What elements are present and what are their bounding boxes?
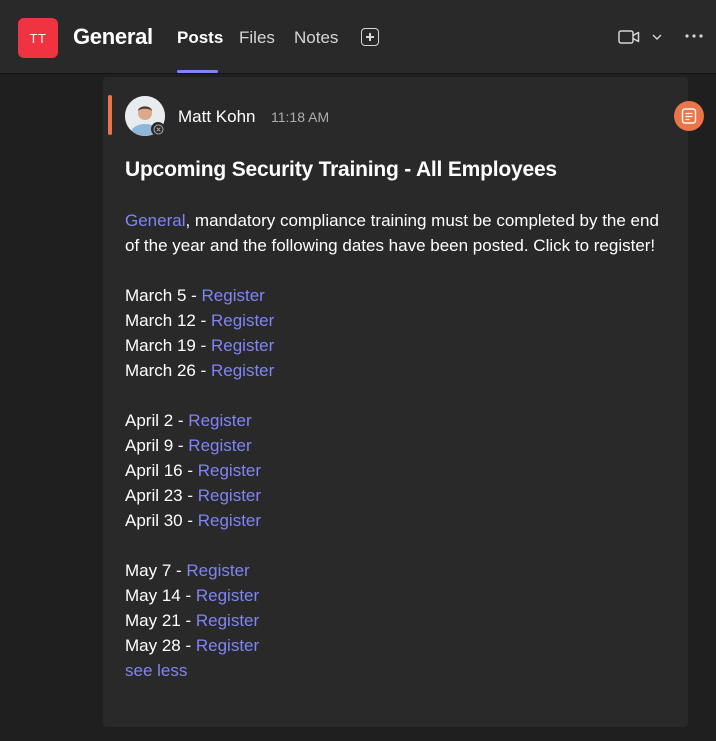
author-name[interactable]: Matt Kohn	[178, 107, 256, 127]
training-date-item: March 26 - Register	[125, 358, 665, 383]
training-date-item: April 2 - Register	[125, 408, 665, 433]
note-icon[interactable]	[674, 101, 704, 131]
training-date: April 16	[125, 461, 183, 480]
training-date-item: March 19 - Register	[125, 333, 665, 358]
date-separator: -	[180, 636, 196, 655]
date-separator: -	[182, 486, 198, 505]
active-tab-indicator	[177, 70, 218, 73]
channel-header: TT General Posts Files Notes	[0, 0, 716, 74]
training-date: March 12	[125, 311, 196, 330]
training-date: March 19	[125, 336, 196, 355]
tab-notes[interactable]: Notes	[294, 28, 338, 48]
tab-posts[interactable]: Posts	[177, 28, 223, 48]
video-icon[interactable]	[618, 28, 640, 46]
training-date-item: May 21 - Register	[125, 608, 665, 633]
training-date: March 5	[125, 286, 187, 305]
training-date-item: May 7 - Register	[125, 558, 665, 583]
date-separator: -	[195, 311, 211, 330]
channel-title: General	[73, 24, 153, 49]
date-separator: -	[173, 436, 189, 455]
date-separator: -	[195, 361, 211, 380]
training-date-item: April 16 - Register	[125, 458, 665, 483]
date-separator: -	[182, 511, 198, 530]
register-link[interactable]: Register	[211, 311, 274, 330]
intro-text: , mandatory compliance training must be …	[125, 211, 659, 255]
status-offline-icon	[151, 122, 165, 136]
announcement-accent-bar	[108, 95, 112, 135]
team-avatar[interactable]: TT	[18, 18, 58, 58]
register-link[interactable]: Register	[196, 636, 259, 655]
post-timestamp: 11:18 AM	[271, 109, 330, 125]
register-link[interactable]: Register	[188, 436, 251, 455]
training-date-item: April 9 - Register	[125, 433, 665, 458]
register-link[interactable]: Register	[186, 561, 249, 580]
training-date-item: May 28 - Register	[125, 633, 665, 658]
register-link[interactable]: Register	[211, 336, 274, 355]
training-date-item: May 14 - Register	[125, 583, 665, 608]
training-date-item: April 30 - Register	[125, 508, 665, 533]
register-link[interactable]: Register	[202, 286, 265, 305]
training-date: April 23	[125, 486, 183, 505]
training-date-item: March 12 - Register	[125, 308, 665, 333]
register-link[interactable]: Register	[198, 461, 261, 480]
more-options-icon[interactable]	[684, 30, 704, 42]
post-body: General, mandatory compliance training m…	[125, 208, 665, 683]
register-link[interactable]: Register	[188, 411, 251, 430]
date-separator: -	[180, 586, 196, 605]
training-date: May 21	[125, 611, 181, 630]
post-subject: Upcoming Security Training - All Employe…	[125, 158, 557, 181]
register-link[interactable]: Register	[196, 611, 259, 630]
training-date: March 26	[125, 361, 196, 380]
post-intro: General, mandatory compliance training m…	[125, 208, 665, 258]
channel-mention-link[interactable]: General	[125, 211, 185, 230]
register-link[interactable]: Register	[198, 511, 261, 530]
training-date-item: April 23 - Register	[125, 483, 665, 508]
training-date: April 30	[125, 511, 183, 530]
training-date: May 28	[125, 636, 181, 655]
date-separator: -	[180, 611, 196, 630]
register-link[interactable]: Register	[211, 361, 274, 380]
add-tab-icon[interactable]	[361, 28, 379, 46]
date-separator: -	[195, 336, 211, 355]
date-separator: -	[171, 561, 187, 580]
see-less-link[interactable]: see less	[125, 661, 187, 680]
register-link[interactable]: Register	[196, 586, 259, 605]
training-date: May 7	[125, 561, 172, 580]
date-separator: -	[173, 411, 189, 430]
tab-files[interactable]: Files	[239, 28, 275, 48]
training-date: May 14	[125, 586, 181, 605]
date-separator: -	[182, 461, 198, 480]
date-separator: -	[186, 286, 202, 305]
training-date: April 2	[125, 411, 174, 430]
training-dates-list: March 5 - Register March 12 - Register Mar…	[125, 283, 665, 658]
register-link[interactable]: Register	[198, 486, 261, 505]
training-date-item: March 5 - Register	[125, 283, 665, 308]
training-date: April 9	[125, 436, 174, 455]
chevron-down-icon[interactable]	[651, 32, 663, 42]
